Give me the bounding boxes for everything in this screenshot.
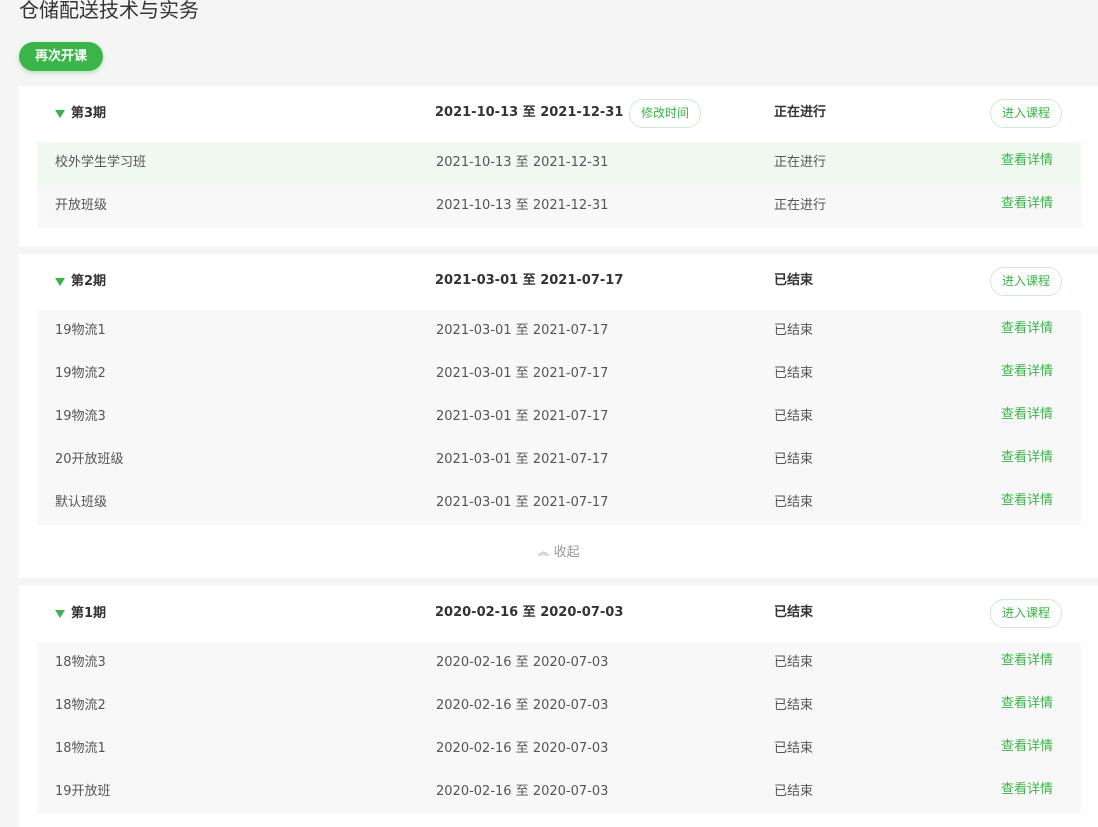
class-status: 已结束 xyxy=(774,366,814,381)
period-name: 第1期 xyxy=(71,606,107,621)
class-dates: 2021-03-01 至 2021-07-17 xyxy=(436,495,609,510)
reopen-course-button[interactable]: 再次开课 xyxy=(19,42,103,71)
class-dates: 2021-03-01 至 2021-07-17 xyxy=(436,323,609,338)
class-status: 已结束 xyxy=(774,741,814,756)
view-details-link[interactable]: 查看详情 xyxy=(1001,195,1053,213)
enter-course-button[interactable]: 进入课程 xyxy=(990,99,1062,128)
class-status: 已结束 xyxy=(774,784,814,799)
class-status: 已结束 xyxy=(774,698,814,713)
class-status: 正在进行 xyxy=(774,198,827,213)
period-dates: 2021-03-01 至 2021-07-17 xyxy=(435,273,624,288)
view-details-link[interactable]: 查看详情 xyxy=(1001,652,1053,670)
period-card: 第3期 2021-10-13 至 2021-12-31 修改时间 正在进行 进入… xyxy=(19,86,1098,246)
period-status: 正在进行 xyxy=(774,105,827,120)
class-name: 校外学生学习班 xyxy=(55,155,147,170)
class-row: 19物流2 2021-03-01 至 2021-07-17 已结束 查看详情 xyxy=(37,353,1081,396)
class-row: 19开放班 2020-02-16 至 2020-07-03 已结束 查看详情 xyxy=(37,771,1081,814)
class-row: 19物流3 2021-03-01 至 2021-07-17 已结束 查看详情 xyxy=(37,396,1081,439)
class-status: 正在进行 xyxy=(774,155,827,170)
class-name: 默认班级 xyxy=(55,495,108,510)
double-chevron-up-icon: ︽ xyxy=(537,545,549,558)
expand-triangle-icon[interactable] xyxy=(55,110,65,118)
view-details-link[interactable]: 查看详情 xyxy=(1001,152,1053,170)
class-status: 已结束 xyxy=(774,409,814,424)
period-status: 已结束 xyxy=(774,273,814,288)
class-name: 19物流1 xyxy=(55,323,106,338)
class-row: 19物流1 2021-03-01 至 2021-07-17 已结束 查看详情 xyxy=(37,310,1081,353)
period-header[interactable]: 第2期 2021-03-01 至 2021-07-17 已结束 进入课程 xyxy=(19,254,1098,310)
period-header[interactable]: 第3期 2021-10-13 至 2021-12-31 修改时间 正在进行 进入… xyxy=(19,86,1098,142)
period-dates: 2020-02-16 至 2020-07-03 xyxy=(435,605,624,620)
period-name: 第2期 xyxy=(71,274,107,289)
class-dates: 2020-02-16 至 2020-07-03 xyxy=(436,655,609,670)
class-row: 18物流2 2020-02-16 至 2020-07-03 已结束 查看详情 xyxy=(37,685,1081,728)
class-dates: 2020-02-16 至 2020-07-03 xyxy=(436,784,609,799)
modify-time-button[interactable]: 修改时间 xyxy=(629,99,701,128)
class-name: 18物流3 xyxy=(55,655,106,670)
class-name: 18物流2 xyxy=(55,698,106,713)
class-dates: 2020-02-16 至 2020-07-03 xyxy=(436,741,609,756)
enter-course-button[interactable]: 进入课程 xyxy=(990,599,1062,628)
view-details-link[interactable]: 查看详情 xyxy=(1001,492,1053,510)
expand-triangle-icon[interactable] xyxy=(55,610,65,618)
course-page: 仓储配送技术与实务 再次开课 第3期 2021-10-13 至 2021-12-… xyxy=(0,0,1098,827)
collapse-button[interactable]: ︽ 收起 xyxy=(537,541,580,560)
class-name: 开放班级 xyxy=(55,198,108,213)
period-name: 第3期 xyxy=(71,106,107,121)
view-details-link[interactable]: 查看详情 xyxy=(1001,695,1053,713)
class-dates: 2021-03-01 至 2021-07-17 xyxy=(436,366,609,381)
class-dates: 2021-03-01 至 2021-07-17 xyxy=(436,452,609,467)
class-name: 18物流1 xyxy=(55,741,106,756)
view-details-link[interactable]: 查看详情 xyxy=(1001,738,1053,756)
class-name: 19开放班 xyxy=(55,784,111,799)
class-name: 19物流2 xyxy=(55,366,106,381)
class-status: 已结束 xyxy=(774,452,814,467)
class-status: 已结束 xyxy=(774,323,814,338)
view-details-link[interactable]: 查看详情 xyxy=(1001,363,1053,381)
period-card: 第1期 2020-02-16 至 2020-07-03 已结束 进入课程 18物… xyxy=(19,586,1098,827)
class-list: 18物流3 2020-02-16 至 2020-07-03 已结束 查看详情 1… xyxy=(37,642,1081,814)
period-dates: 2021-10-13 至 2021-12-31 xyxy=(435,105,624,120)
class-status: 已结束 xyxy=(774,495,814,510)
class-row: 18物流3 2020-02-16 至 2020-07-03 已结束 查看详情 xyxy=(37,642,1081,685)
collapse-label: 收起 xyxy=(553,545,580,560)
period-status: 已结束 xyxy=(774,605,814,620)
class-row: 20开放班级 2021-03-01 至 2021-07-17 已结束 查看详情 xyxy=(37,439,1081,482)
period-card: 第2期 2021-03-01 至 2021-07-17 已结束 进入课程 19物… xyxy=(19,254,1098,578)
class-dates: 2021-03-01 至 2021-07-17 xyxy=(436,409,609,424)
collapse-row: ︽ 收起 xyxy=(19,525,1098,577)
class-row: 默认班级 2021-03-01 至 2021-07-17 已结束 查看详情 xyxy=(37,482,1081,525)
view-details-link[interactable]: 查看详情 xyxy=(1001,406,1053,424)
class-list: 校外学生学习班 2021-10-13 至 2021-12-31 正在进行 查看详… xyxy=(37,142,1081,228)
class-row: 开放班级 2021-10-13 至 2021-12-31 正在进行 查看详情 xyxy=(37,185,1081,228)
view-details-link[interactable]: 查看详情 xyxy=(1001,449,1053,467)
view-details-link[interactable]: 查看详情 xyxy=(1001,781,1053,799)
class-name: 20开放班级 xyxy=(55,452,124,467)
course-title: 仓储配送技术与实务 xyxy=(19,0,199,22)
class-dates: 2021-10-13 至 2021-12-31 xyxy=(436,198,609,213)
expand-triangle-icon[interactable] xyxy=(55,278,65,286)
class-name: 19物流3 xyxy=(55,409,106,424)
class-row: 校外学生学习班 2021-10-13 至 2021-12-31 正在进行 查看详… xyxy=(37,142,1081,185)
class-status: 已结束 xyxy=(774,655,814,670)
class-row: 18物流1 2020-02-16 至 2020-07-03 已结束 查看详情 xyxy=(37,728,1081,771)
class-list: 19物流1 2021-03-01 至 2021-07-17 已结束 查看详情 1… xyxy=(37,310,1081,525)
enter-course-button[interactable]: 进入课程 xyxy=(990,267,1062,296)
view-details-link[interactable]: 查看详情 xyxy=(1001,320,1053,338)
class-dates: 2020-02-16 至 2020-07-03 xyxy=(436,698,609,713)
period-header[interactable]: 第1期 2020-02-16 至 2020-07-03 已结束 进入课程 xyxy=(19,586,1098,642)
class-dates: 2021-10-13 至 2021-12-31 xyxy=(436,155,609,170)
